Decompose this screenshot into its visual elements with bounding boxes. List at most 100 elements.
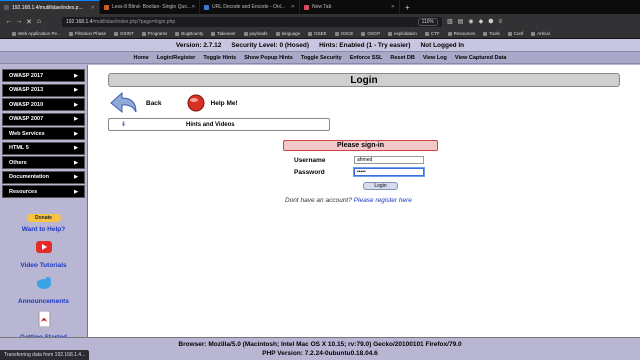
sidebar-item-label: OWASP 2017: [9, 72, 44, 79]
video-tutorials-link[interactable]: Video Tutorials: [2, 262, 85, 269]
menu-icon[interactable]: ≡: [498, 19, 502, 25]
nav-view-log[interactable]: View Log: [419, 55, 451, 61]
login-state-text: Not Logged In: [420, 41, 465, 49]
close-tab-icon[interactable]: ✕: [291, 4, 295, 10]
sidebar-item-documentation[interactable]: Documentation ▶: [2, 170, 85, 184]
new-tab-icon[interactable]: +: [400, 3, 415, 12]
chevron-right-icon: ▶: [74, 188, 78, 195]
bookmark-item[interactable]: OSEE: [308, 31, 327, 36]
folder-icon: [424, 31, 429, 36]
nav-home[interactable]: Home: [130, 55, 153, 61]
bookmark-item[interactable]: exploitation: [388, 31, 417, 36]
url-path: /mutillidae/index.php?page=login.php: [92, 18, 176, 25]
announcements-link[interactable]: Announcements: [2, 298, 85, 305]
bookmark-label: exploitation: [394, 31, 417, 36]
foxyproxy-icon[interactable]: ◆: [479, 18, 484, 25]
chevron-right-icon: ▶: [74, 130, 78, 137]
bookmark-item[interactable]: Artical: [531, 31, 550, 36]
close-tab-icon[interactable]: ✕: [191, 4, 195, 10]
close-tab-icon[interactable]: ✕: [91, 5, 95, 11]
bookmark-item[interactable]: Programs: [141, 31, 168, 36]
bookmark-item[interactable]: payloads: [243, 31, 268, 36]
bookmark-item[interactable]: OSCE: [334, 31, 353, 36]
sidebar-item-html5[interactable]: HTML 5 ▶: [2, 141, 85, 155]
donate-button[interactable]: Donate: [26, 214, 61, 222]
sidebar-item-others[interactable]: Others ▶: [2, 156, 85, 169]
sidebar-item-owasp-2010[interactable]: OWASP 2010 ▶: [2, 98, 85, 111]
bookmark-item[interactable]: OSINT: [113, 31, 134, 36]
nav-enforce-ssl[interactable]: Enforce SSL: [346, 55, 387, 61]
forward-arrow-icon[interactable]: →: [14, 18, 24, 25]
login-button[interactable]: Login: [363, 182, 398, 190]
bookmark-item[interactable]: Conf: [507, 31, 523, 36]
bookmark-label: Programs: [147, 31, 168, 36]
sidebar-icon[interactable]: ▤: [458, 18, 464, 25]
library-icon[interactable]: ▥: [447, 18, 453, 25]
bookmark-item[interactable]: Web Application Pe...: [12, 31, 61, 36]
sidebar-item-web-services[interactable]: Web Services ▶: [2, 127, 85, 140]
sidebar-item-owasp-2013[interactable]: OWASP 2013 ▶: [2, 83, 85, 97]
adblock-icon[interactable]: ⬢: [488, 18, 493, 25]
zoom-level[interactable]: 110%: [417, 17, 438, 26]
bookmark-item[interactable]: Filtration Phase: [68, 31, 106, 36]
bookmark-item[interactable]: Resources: [447, 31, 475, 36]
extension-icon[interactable]: ◉: [468, 18, 473, 25]
nav-reset-db[interactable]: Reset DB: [386, 55, 418, 61]
folder-icon: [211, 31, 216, 36]
bookmark-item[interactable]: OSCP: [361, 31, 380, 36]
youtube-icon[interactable]: [35, 239, 53, 255]
url-bar[interactable]: 192.168.1.4 /mutillidae/index.php?page=l…: [62, 16, 442, 27]
version-text: Version: 2.7.12: [175, 41, 222, 49]
nav-show-popup-hints[interactable]: Show Popup Hints: [240, 55, 297, 61]
folder-icon: [447, 31, 452, 36]
bookmark-item[interactable]: Tools: [483, 31, 500, 36]
password-input[interactable]: •••••: [354, 168, 424, 176]
want-to-help-link[interactable]: Want to Help?: [2, 226, 85, 233]
sidebar-item-label: HTML 5: [9, 145, 29, 151]
tab-favicon-icon: [204, 4, 209, 10]
bookmark-label: Takeover: [217, 31, 236, 36]
folder-icon: [388, 31, 393, 36]
bookmark-label: Web Application Pe...: [18, 31, 61, 36]
bookmark-item[interactable]: Takeover: [211, 31, 236, 36]
register-prefix: Dont have an account?: [285, 197, 352, 204]
sidebar-item-label: Resources: [9, 188, 38, 195]
sidebar-item-owasp-2007[interactable]: OWASP 2007 ▶: [2, 112, 85, 126]
browser-tab-less8[interactable]: Less-8 Blind- Boolian- Single Quo... ✕: [100, 0, 200, 14]
help-me-link[interactable]: Help Me!: [186, 93, 238, 113]
chevron-right-icon: ▶: [74, 174, 78, 180]
stop-icon[interactable]: ✕: [24, 18, 34, 26]
browser-tab-url-decode[interactable]: URL Decode and Encode - Onl... ✕: [200, 0, 300, 14]
close-tab-icon[interactable]: ✕: [391, 4, 395, 10]
password-row: Password •••••: [294, 166, 620, 178]
register-link[interactable]: Please register here: [354, 197, 412, 204]
sidebar-item-label: OWASP 2010: [9, 101, 44, 108]
home-icon[interactable]: ⌂: [34, 18, 44, 25]
browser-tab-mutillidae[interactable]: 192.168.1.4/mutillidae/index.p... ✕: [0, 0, 100, 14]
bookmarks-bar: Web Application Pe... Filtration Phase OSI…: [0, 29, 640, 39]
bookmark-item[interactable]: language: [275, 31, 301, 36]
pdf-document-icon[interactable]: [35, 310, 53, 328]
username-label: Username: [294, 156, 326, 164]
sidebar-item-owasp-2017[interactable]: OWASP 2017 ▶: [2, 69, 85, 82]
back-arrow-icon[interactable]: ←: [4, 18, 14, 25]
bookmark-label: language: [281, 31, 301, 36]
username-input[interactable]: ahmed: [354, 156, 424, 164]
hints-and-videos-toggle[interactable]: ⬇ Hints and Videos: [108, 118, 330, 131]
nav-toggle-hints[interactable]: Toggle Hints: [199, 55, 240, 61]
browser-tab-new[interactable]: New Tab ✕: [300, 0, 400, 14]
nav-view-captured-data[interactable]: View Captured Data: [451, 55, 511, 61]
status-bar: Transferring data from 192.168.1.4...: [0, 350, 90, 360]
chevron-right-icon: ▶: [74, 159, 78, 166]
back-link[interactable]: Back: [108, 90, 162, 116]
tab-title: 192.168.1.4/mutillidae/index.p...: [12, 4, 83, 11]
twitter-bird-icon[interactable]: [35, 275, 53, 291]
folder-icon: [113, 31, 118, 36]
php-version: PHP Version: 7.2.24-0ubuntu0.18.04.6: [262, 349, 378, 357]
bookmark-item[interactable]: CTF: [424, 31, 440, 36]
sidebar-item-resources[interactable]: Resources ▶: [2, 185, 85, 198]
sidebar-item-label: Others: [9, 159, 27, 166]
bookmark-item[interactable]: BugBounty: [175, 31, 203, 36]
nav-login-register[interactable]: Login/Register: [153, 55, 200, 61]
nav-toggle-security[interactable]: Toggle Security: [297, 55, 346, 61]
